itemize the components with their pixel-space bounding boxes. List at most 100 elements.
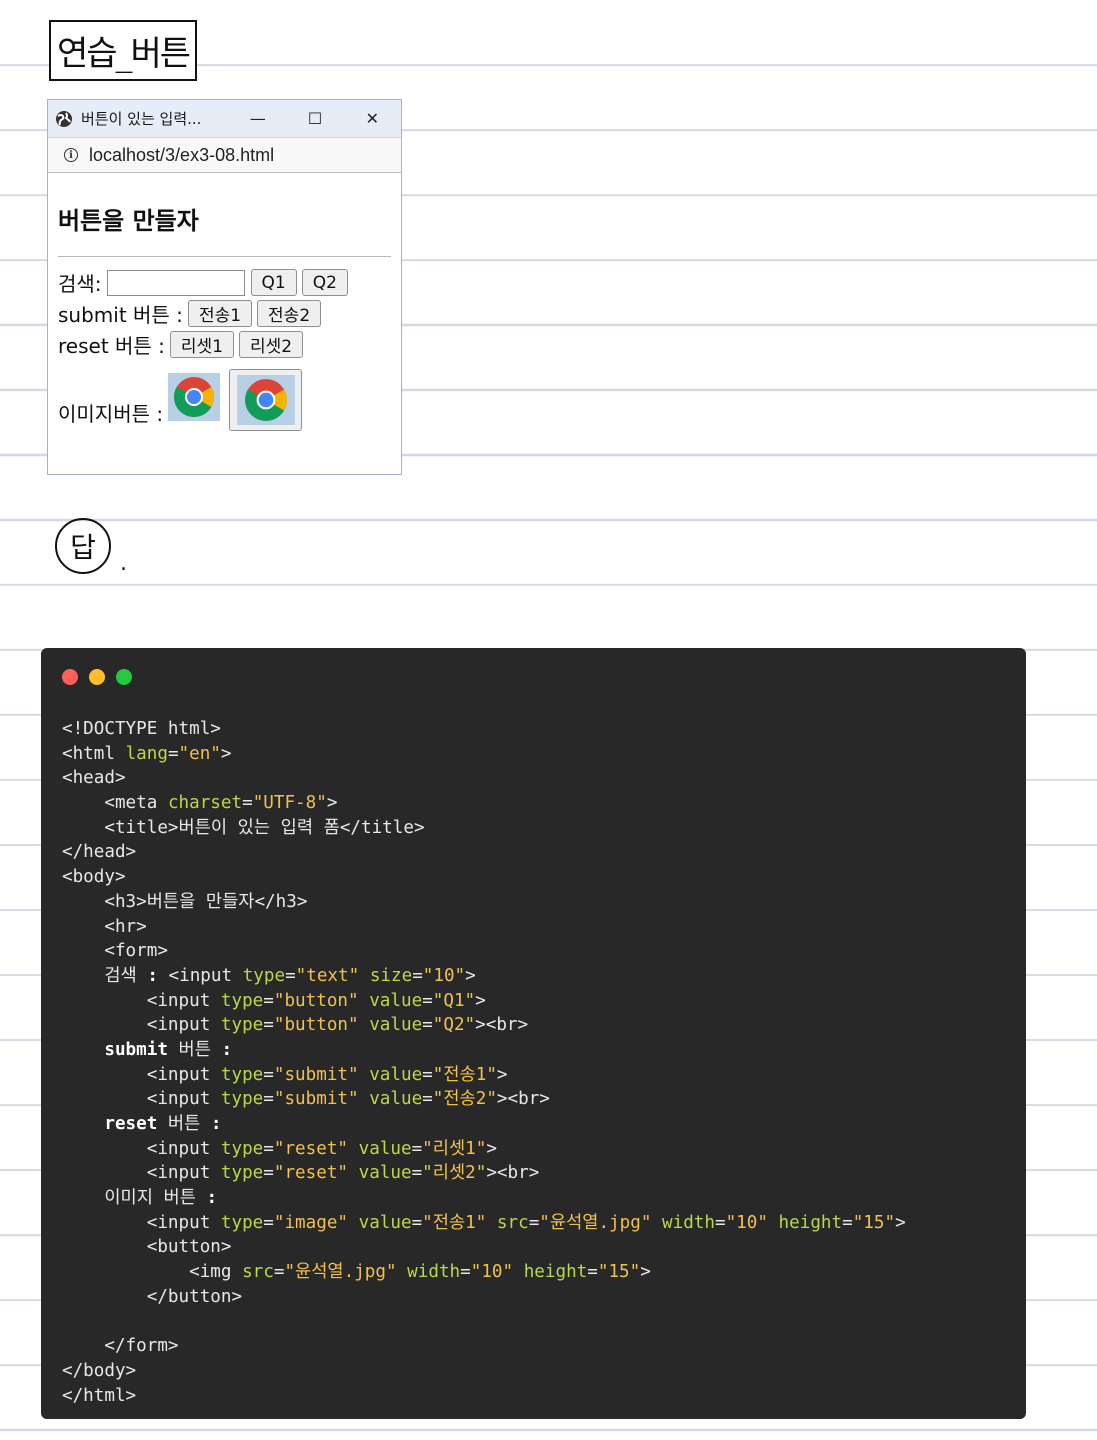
code-line: <form>: [62, 939, 906, 964]
code-token: <form>: [62, 941, 168, 962]
code-line: <hr>: [62, 915, 906, 940]
code-token: <body>: [62, 867, 126, 888]
code-token: =: [422, 1064, 433, 1085]
code-token: =: [528, 1212, 540, 1233]
minimize-icon[interactable]: —: [229, 100, 286, 137]
code-line: <button>: [62, 1235, 906, 1260]
code-token: <input: [157, 965, 243, 986]
code-token: "10": [422, 965, 466, 986]
close-icon[interactable]: ✕: [344, 100, 401, 137]
search-input[interactable]: [106, 269, 245, 296]
reset1-button[interactable]: 리셋1: [169, 331, 235, 358]
code-line: </body>: [62, 1359, 906, 1384]
code-token: type: [220, 1015, 264, 1036]
code-token: <input: [62, 1089, 221, 1110]
code-token: =: [714, 1212, 726, 1233]
maximize-icon[interactable]: ☐: [286, 100, 343, 137]
code-token: 버튼: [157, 1114, 211, 1134]
code-token: "리셋2": [422, 1163, 487, 1184]
code-line: submit 버튼 :: [62, 1038, 906, 1063]
info-icon[interactable]: i: [64, 148, 78, 162]
code-line: </html>: [62, 1384, 906, 1409]
address-bar[interactable]: i localhost/3/ex3-08.html: [48, 138, 401, 173]
code-line: </form>: [62, 1334, 906, 1359]
submit-label: submit 버튼 :: [58, 303, 183, 327]
code-token: =: [263, 1138, 274, 1159]
code-line: <input type="button" value="Q1">: [62, 989, 906, 1014]
code-token: width: [407, 1262, 461, 1283]
code-token: type: [242, 965, 286, 986]
code-block: <!DOCTYPE html> <html lang="en"> <head> <m…: [62, 717, 906, 1408]
code-token: value: [369, 1064, 423, 1085]
code-token: =: [411, 1138, 423, 1159]
code-token: <html: [62, 743, 126, 764]
code-line: <input type="submit" value="전송1">: [62, 1063, 906, 1088]
code-token: =: [422, 1015, 433, 1036]
image-button-picture: [236, 375, 295, 425]
code-line: <body>: [62, 865, 906, 890]
code-token: >: [220, 743, 232, 764]
search-row: 검색: Q1 Q2: [58, 267, 391, 298]
q2-button[interactable]: Q2: [301, 269, 348, 296]
image-input-button[interactable]: [168, 373, 221, 421]
code-token: =: [460, 1262, 471, 1283]
code-token: ><br>: [475, 1015, 529, 1036]
code-token: </body>: [62, 1360, 137, 1381]
code-token: =: [263, 1163, 274, 1184]
code-line: reset 버튼 :: [62, 1112, 906, 1137]
code-token: value: [369, 1089, 423, 1110]
code-token: "en": [178, 743, 221, 764]
code-token: value: [358, 1212, 412, 1233]
code-token: =: [587, 1262, 598, 1283]
code-token: </head>: [62, 842, 137, 863]
code-token: <head>: [62, 768, 126, 789]
code-token: "15": [597, 1262, 641, 1283]
code-token: =: [422, 990, 433, 1011]
q1-button[interactable]: Q1: [250, 269, 297, 296]
code-token: type: [220, 1138, 264, 1159]
code-token: submit: [62, 1039, 168, 1060]
code-token: reset: [62, 1114, 158, 1134]
globe-icon: [55, 110, 73, 128]
code-token: "10": [470, 1262, 514, 1283]
reset2-button[interactable]: 리셋2: [239, 331, 304, 358]
code-line: <img src="윤석열.jpg" width="10" height="15…: [62, 1260, 906, 1285]
code-token: value: [358, 1138, 412, 1159]
code-token: "button": [273, 990, 359, 1011]
submit1-button[interactable]: 전송1: [187, 300, 253, 327]
code-token: >: [640, 1262, 651, 1283]
close-dot-icon: [62, 669, 78, 685]
submit2-button[interactable]: 전송2: [257, 300, 322, 327]
code-token: type: [220, 1212, 264, 1233]
code-token: =: [842, 1212, 853, 1233]
code-token: 버튼을 만들자: [146, 891, 255, 912]
page-content: 버튼을 만들자 검색: Q1 Q2 submit 버튼 : 전송1 전송2 re…: [48, 201, 401, 431]
code-token: type: [220, 1163, 264, 1184]
search-label: 검색:: [58, 272, 102, 296]
code-token: ><br>: [486, 1163, 540, 1184]
code-token: </button>: [62, 1286, 243, 1307]
image-button[interactable]: [229, 369, 303, 431]
code-token: height: [523, 1262, 588, 1283]
image-label: 이미지버튼 :: [58, 402, 164, 426]
code-token: :: [221, 1039, 233, 1060]
code-token: 검색: [62, 965, 148, 986]
divider: [58, 256, 391, 257]
code-token: <input: [62, 990, 221, 1011]
url-text[interactable]: localhost/3/ex3-08.html: [89, 145, 274, 166]
code-token: <input: [62, 1064, 221, 1085]
code-token: "리셋1": [422, 1138, 487, 1159]
code-token: lang: [125, 743, 168, 764]
code-token: <input: [62, 1138, 221, 1159]
answer-suffix: .: [120, 551, 127, 576]
code-token: <title>: [62, 817, 179, 838]
code-line: 이미지 버튼 :: [62, 1186, 906, 1211]
code-token: width: [662, 1212, 715, 1233]
code-token: type: [220, 990, 264, 1011]
